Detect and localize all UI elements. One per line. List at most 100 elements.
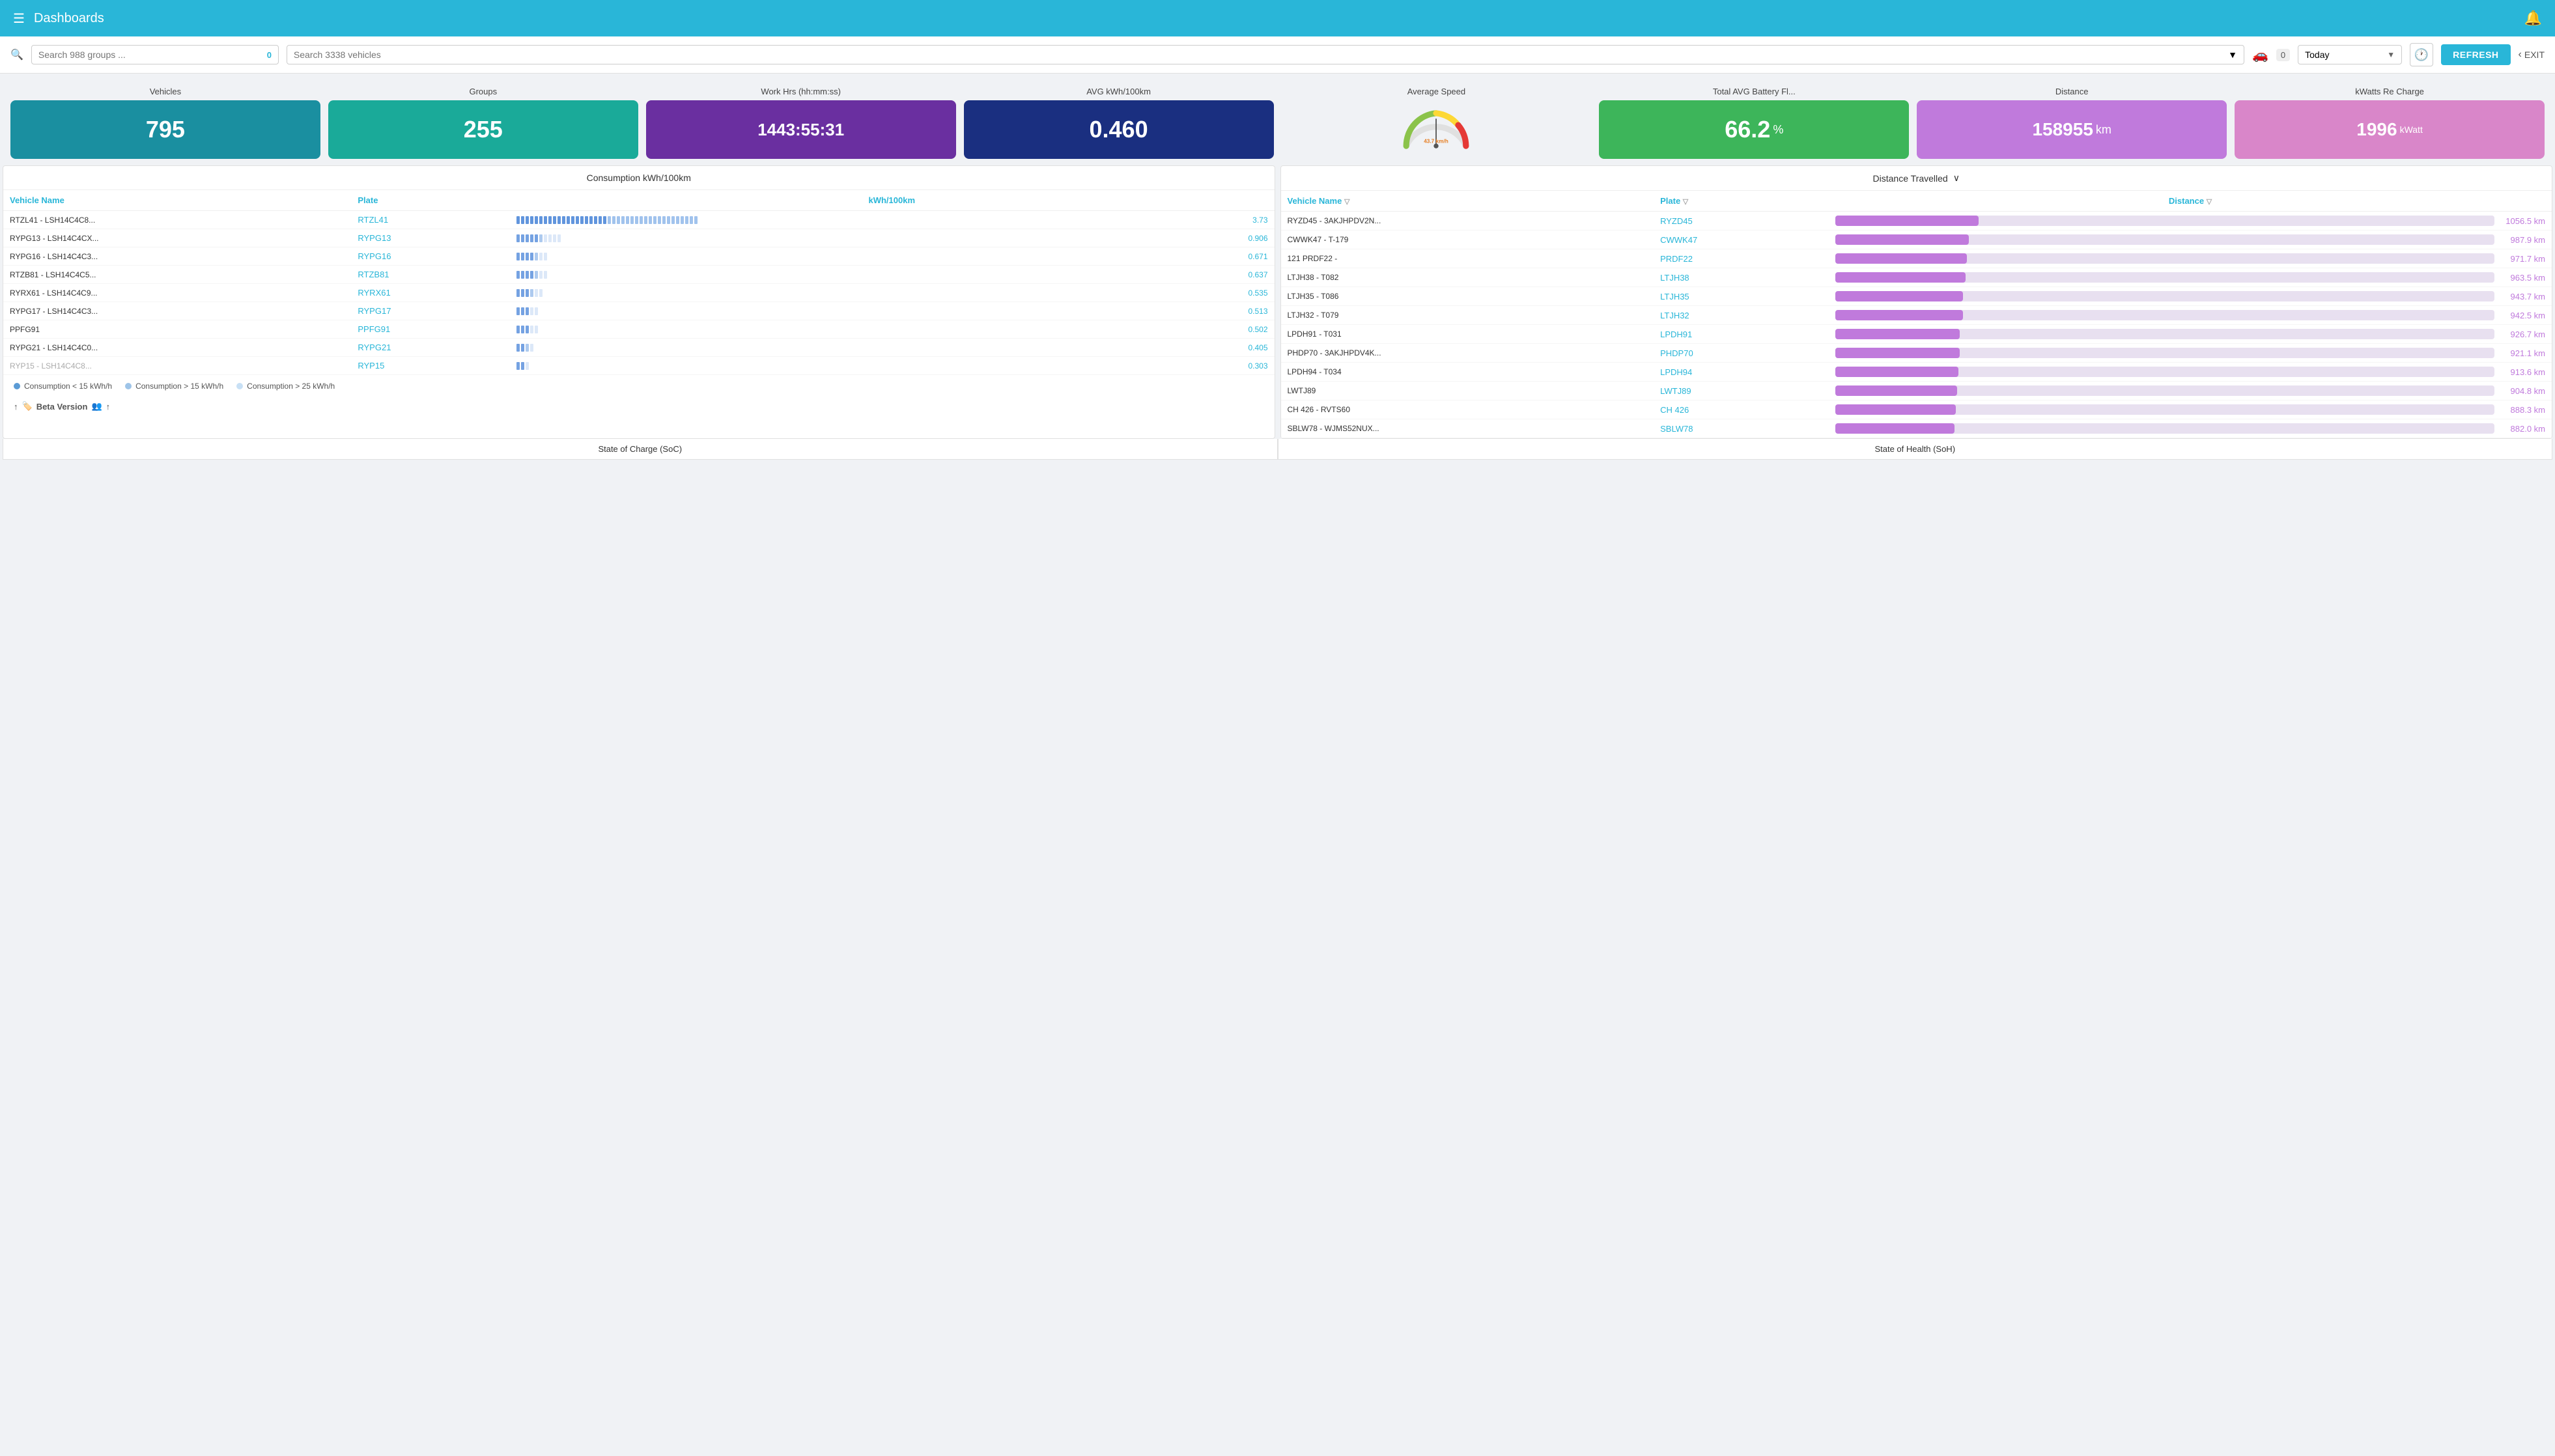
dist-value: 987.9 km — [2500, 235, 2545, 245]
col-plate[interactable]: Plate — [351, 190, 509, 211]
stat-groups-box: 255 — [328, 100, 638, 159]
consumption-legend: Consumption < 15 kWh/h Consumption > 15 … — [3, 375, 1275, 397]
dist-plate-cell: PRDF22 — [1654, 249, 1829, 268]
stat-vehicles-box: 795 — [10, 100, 320, 159]
stat-workhrs-box: 1443:55:31 — [646, 100, 956, 159]
stat-kwatch: kWatts Re Charge 1996 kWatt — [2235, 87, 2545, 159]
bell-icon[interactable]: 🔔 — [2524, 10, 2542, 27]
stat-avgkwh: AVG kWh/100km 0.460 — [964, 87, 1274, 159]
clock-button[interactable]: 🕐 — [2410, 43, 2433, 66]
vehicle-icon: 🚗 — [2252, 47, 2268, 63]
table-row: RYPG21 - LSH14C4C0... RYPG21 0.405 — [3, 339, 1275, 357]
dist-bar-cell: 942.5 km — [1829, 306, 2552, 325]
legend-item-2: Consumption > 15 kWh/h — [125, 382, 223, 391]
search-groups-input[interactable] — [38, 49, 262, 60]
stat-groups-label: Groups — [328, 87, 638, 96]
dist-bar-cell: 943.7 km — [1829, 287, 2552, 306]
dist-value: 888.3 km — [2500, 405, 2545, 415]
vehicle-name-cell: RYP15 - LSH14C4C8... — [3, 357, 351, 375]
plate-cell: PPFG91 — [351, 320, 509, 339]
beta-banner: ↑ 🏷️ Beta Version 👥 ↑ — [3, 397, 1275, 415]
dist-bar-cell: 888.3 km — [1829, 400, 2552, 419]
distance-title: Distance Travelled ∨ — [1281, 166, 2552, 191]
distance-table-container: Vehicle Name ▽ Plate ▽ Distance ▽ RYZD45… — [1281, 191, 2552, 438]
toolbar: 🔍 0 ▼ 🚗 0 Today ▼ 🕐 REFRESH ‹ EXIT — [0, 36, 2555, 74]
table-row: LPDH91 - T031 LPDH91 926.7 km — [1281, 325, 2552, 344]
up-arrow-icon: ↑ — [14, 402, 18, 412]
table-row: RYZD45 - 3AKJHPDV2N... RYZD45 1056.5 km — [1281, 212, 2552, 231]
dist-plate-cell: LPDH94 — [1654, 363, 1829, 382]
exit-button[interactable]: ‹ EXIT — [2519, 49, 2545, 61]
filter-plate-icon[interactable]: ▽ — [1683, 198, 1688, 206]
table-row: CH 426 - RVTS60 CH 426 888.3 km — [1281, 400, 2552, 419]
stat-avgkwh-box: 0.460 — [964, 100, 1274, 159]
bottom-label-left: State of Charge (SoC) — [3, 439, 1278, 460]
dropdown-arrow-vehicles[interactable]: ▼ — [2228, 49, 2237, 60]
date-selector[interactable]: Today ▼ — [2298, 45, 2402, 64]
stat-vehicles: Vehicles 795 — [10, 87, 320, 159]
table-row: RYPG13 - LSH14C4CX... RYPG13 0.906 — [3, 229, 1275, 247]
stat-battery-suffix: % — [1773, 123, 1783, 137]
date-label: Today — [2305, 49, 2382, 60]
stat-workhrs: Work Hrs (hh:mm:ss) 1443:55:31 — [646, 87, 956, 159]
filter-vehicle-icon[interactable]: ▽ — [1344, 198, 1349, 206]
dist-plate-cell: LWTJ89 — [1654, 382, 1829, 400]
col-vehicle-name[interactable]: Vehicle Name — [3, 190, 351, 211]
stat-distance-label: Distance — [1917, 87, 2227, 96]
dist-plate-cell: PHDP70 — [1654, 344, 1829, 363]
dist-plate-cell: LTJH32 — [1654, 306, 1829, 325]
distance-panel: Distance Travelled ∨ Vehicle Name ▽ Plat… — [1280, 165, 2553, 439]
up-arrow-icon-2: ↑ — [106, 402, 111, 412]
stat-avgspeed: Average Speed 43.7 km/h — [1282, 87, 1592, 159]
table-row: LTJH38 - T082 LTJH38 963.5 km — [1281, 268, 2552, 287]
table-row: RYPG17 - LSH14C4C3... RYPG17 0.513 — [3, 302, 1275, 320]
dist-value: 913.6 km — [2500, 367, 2545, 377]
dist-value: 882.0 km — [2500, 424, 2545, 434]
dist-value: 904.8 km — [2500, 386, 2545, 396]
col-kwh[interactable]: kWh/100km — [509, 190, 1274, 211]
dist-bar-cell: 904.8 km — [1829, 382, 2552, 400]
vehicle-name-cell: RTZB81 - LSH14C4C5... — [3, 266, 351, 284]
stat-avgspeed-label: Average Speed — [1282, 87, 1592, 96]
svg-text:43.7 km/h: 43.7 km/h — [1424, 139, 1449, 145]
kwh-value: 3.73 — [1245, 216, 1268, 225]
dist-bar-cell: 926.7 km — [1829, 325, 2552, 344]
legend-dot-3 — [236, 383, 243, 389]
distance-table: Vehicle Name ▽ Plate ▽ Distance ▽ RYZD45… — [1281, 191, 2552, 438]
dist-col-plate[interactable]: Plate ▽ — [1654, 191, 1829, 212]
dist-vehicle-name-cell: LPDH91 - T031 — [1281, 325, 1654, 344]
search-vehicles-container: ▼ — [287, 45, 2244, 64]
chevron-down-icon[interactable]: ∨ — [1953, 173, 1960, 184]
table-row: LWTJ89 LWTJ89 904.8 km — [1281, 382, 2552, 400]
stat-battery-label: Total AVG Battery Fl... — [1599, 87, 1909, 96]
table-row: PPFG91 PPFG91 0.502 — [3, 320, 1275, 339]
stat-battery: Total AVG Battery Fl... 66.2% — [1599, 87, 1909, 159]
dist-value: 926.7 km — [2500, 329, 2545, 339]
stat-distance-value: 158955 — [2032, 119, 2093, 140]
plate-cell: RYPG21 — [351, 339, 509, 357]
dist-col-vehicle-name[interactable]: Vehicle Name ▽ — [1281, 191, 1654, 212]
bottom-label-right: State of Health (SoH) — [1278, 439, 2553, 460]
dist-bar-cell: 913.6 km — [1829, 363, 2552, 382]
dist-vehicle-name-cell: SBLW78 - WJMS52NUX... — [1281, 419, 1654, 438]
kwh-value: 0.405 — [1245, 343, 1268, 352]
legend-label-3: Consumption > 25 kWh/h — [247, 382, 335, 391]
refresh-button[interactable]: REFRESH — [2441, 44, 2510, 65]
dist-plate-cell: RYZD45 — [1654, 212, 1829, 231]
speedometer-box: 43.7 km/h — [1282, 100, 1592, 159]
menu-icon[interactable]: ☰ — [13, 10, 25, 27]
dist-bar-cell: 971.7 km — [1829, 249, 2552, 268]
bottom-labels: State of Charge (SoC) State of Health (S… — [3, 439, 2552, 460]
dist-plate-cell: CH 426 — [1654, 400, 1829, 419]
dist-col-distance[interactable]: Distance ▽ — [1829, 191, 2552, 212]
filter-distance-icon[interactable]: ▽ — [2207, 198, 2212, 206]
beta-icon: 🏷️ — [22, 401, 33, 412]
plate-cell: RYPG16 — [351, 247, 509, 266]
legend-label-2: Consumption > 15 kWh/h — [135, 382, 223, 391]
table-row: RYP15 - LSH14C4C8... RYP15 0.303 — [3, 357, 1275, 375]
dist-vehicle-name-cell: PHDP70 - 3AKJHPDV4K... — [1281, 344, 1654, 363]
dist-value: 963.5 km — [2500, 273, 2545, 283]
table-row: RYPG16 - LSH14C4C3... RYPG16 0.671 — [3, 247, 1275, 266]
plate-cell: RTZL41 — [351, 211, 509, 229]
search-vehicles-input[interactable] — [294, 49, 2223, 60]
